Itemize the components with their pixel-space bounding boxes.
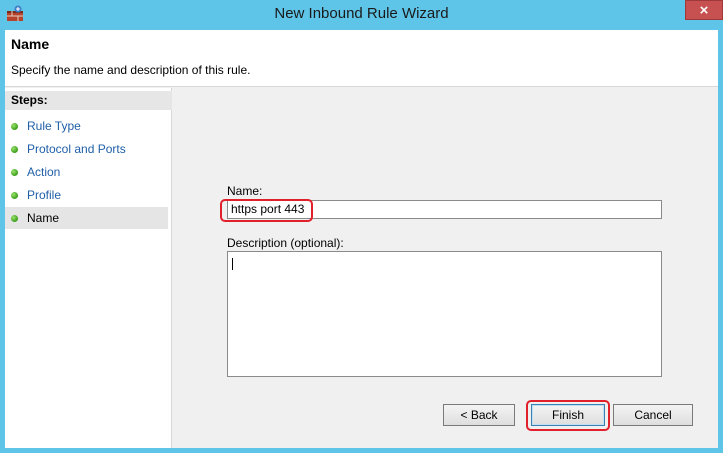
step-label: Rule Type <box>27 119 81 133</box>
page-description: Specify the name and description of this… <box>11 63 251 77</box>
page-title: Name <box>11 36 50 52</box>
cancel-button[interactable]: Cancel <box>613 404 693 426</box>
description-input[interactable] <box>227 251 662 377</box>
title-bar[interactable]: New Inbound Rule Wizard × <box>0 0 723 29</box>
main-panel: Name: https port 443 Description (option… <box>173 88 718 448</box>
close-button[interactable]: × <box>685 0 723 20</box>
step-rule-type[interactable]: Rule Type <box>5 115 168 137</box>
step-bullet-icon <box>11 169 18 176</box>
steps-panel: Steps: Rule Type Protocol and Ports Acti… <box>5 88 172 448</box>
step-label: Name <box>27 211 60 225</box>
finish-button[interactable]: Finish <box>531 404 605 426</box>
wizard-window: New Inbound Rule Wizard × Name Specify t… <box>0 0 723 453</box>
name-input[interactable]: https port 443 <box>227 200 662 219</box>
step-label: Profile <box>27 188 62 202</box>
steps-heading: Steps: <box>5 91 172 110</box>
step-bullet-icon <box>11 146 18 153</box>
step-label: Action <box>27 165 61 179</box>
step-profile[interactable]: Profile <box>5 184 168 206</box>
back-button[interactable]: < Back <box>443 404 515 426</box>
wizard-client-area: Name Specify the name and description of… <box>5 30 718 448</box>
step-bullet-icon <box>11 192 18 199</box>
description-label: Description (optional): <box>227 236 344 250</box>
step-label: Protocol and Ports <box>27 142 126 156</box>
text-caret <box>232 258 233 270</box>
step-protocol-and-ports[interactable]: Protocol and Ports <box>5 138 168 160</box>
page-header: Name Specify the name and description of… <box>5 30 718 87</box>
step-bullet-icon <box>11 215 18 222</box>
step-action[interactable]: Action <box>5 161 168 183</box>
window-title: New Inbound Rule Wizard <box>274 5 449 22</box>
name-label: Name: <box>227 184 263 198</box>
step-bullet-icon <box>11 123 18 130</box>
step-name[interactable]: Name <box>5 207 168 229</box>
